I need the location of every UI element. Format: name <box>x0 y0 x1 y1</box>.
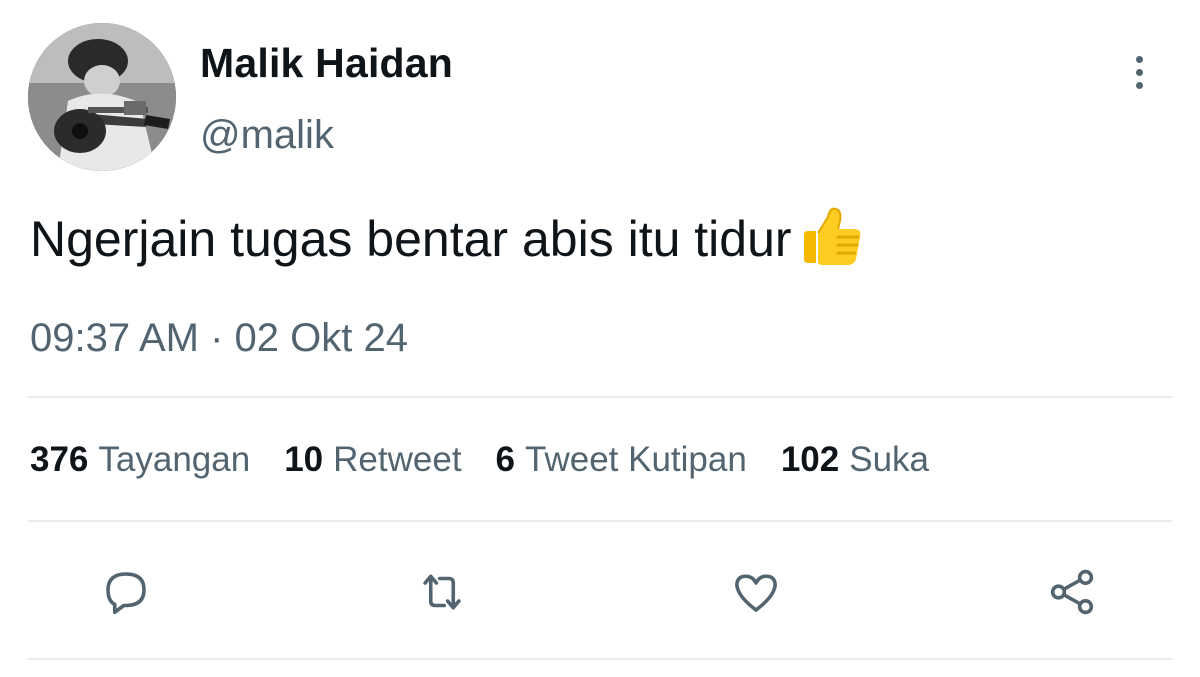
reply-icon <box>106 572 146 615</box>
more-vertical-icon <box>1135 55 1143 63</box>
quote-tweets-count: 6 <box>495 440 516 479</box>
divider <box>28 520 1172 522</box>
retweets-count: 10 <box>284 440 324 479</box>
more-options-button[interactable] <box>1118 48 1160 96</box>
tweet-text: Ngerjain tugas bentar abis itu tidur <box>30 211 792 267</box>
divider <box>28 396 1172 398</box>
more-vertical-icon-dot <box>1135 68 1143 76</box>
retweet-button[interactable] <box>412 562 472 622</box>
likes-label: Suka <box>849 440 930 479</box>
tweet-timestamp[interactable]: 09:37 AM · 02 Okt 24 <box>30 316 408 361</box>
more-vertical-icon-dot <box>1135 81 1143 89</box>
like-button[interactable] <box>726 562 786 622</box>
avatar[interactable] <box>28 23 176 171</box>
divider <box>28 658 1172 660</box>
views-count: 376 <box>30 440 89 479</box>
tweet-stats: 376 Tayangan 10 Retweet 6 Tweet Kutipan 102… <box>30 440 929 480</box>
retweets-stat[interactable]: 10 Retweet <box>284 440 461 480</box>
avatar-photo <box>28 23 176 171</box>
views-stat[interactable]: 376 Tayangan <box>30 440 250 480</box>
heart-icon <box>735 574 777 612</box>
display-name[interactable]: Malik Haidan <box>200 40 453 87</box>
views-label: Tayangan <box>98 440 251 479</box>
share-icon <box>1050 569 1094 615</box>
likes-count: 102 <box>780 440 840 479</box>
reply-button[interactable] <box>96 562 156 622</box>
quote-tweets-label: Tweet Kutipan <box>525 440 747 479</box>
share-button[interactable] <box>1042 562 1102 622</box>
likes-stat[interactable]: 102 Suka <box>781 440 929 480</box>
thumbs-up-emoji-icon <box>794 201 866 273</box>
user-handle[interactable]: @malik <box>200 113 334 158</box>
retweet-icon <box>423 574 461 610</box>
retweets-label: Retweet <box>333 440 462 479</box>
quote-tweets-stat[interactable]: 6 Tweet Kutipan <box>496 440 747 480</box>
tweet-body: Ngerjain tugas bentar abis itu tidur <box>30 205 866 273</box>
